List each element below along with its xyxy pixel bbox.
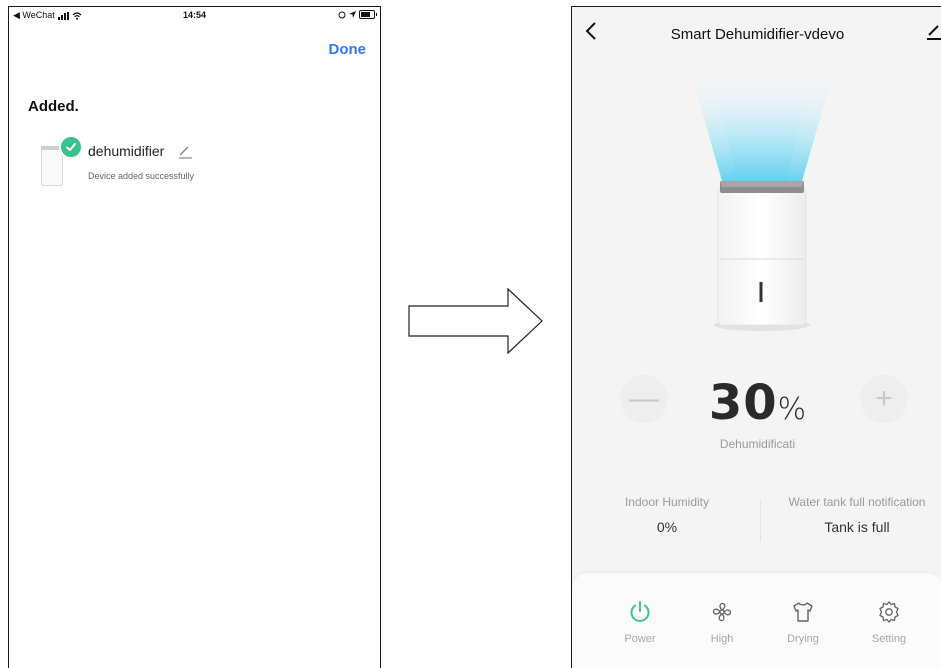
tab-high[interactable]: High [687,599,757,645]
device-status-text: Device added successfully [88,171,195,181]
tab-setting-label: Setting [871,633,907,645]
location-icon [349,11,356,18]
increase-humidity-button[interactable]: + [860,375,908,423]
right-phone-screen: Smart Dehumidifier-vdevo — 30% + Dehumid… [571,6,941,668]
water-tank-value: Tank is full [824,519,890,535]
mode-label: Dehumidificati [719,437,796,451]
check-success-icon [59,135,83,159]
target-humidity-unit: % [777,392,807,427]
done-button[interactable]: Done [329,41,367,58]
device-name: dehumidifier [88,143,165,159]
left-phone-screen: ◀ WeChat 14:54 Done Added. dehumidifier … [8,6,381,668]
tab-power-label: Power [624,633,656,645]
power-icon [630,601,650,623]
shirt-icon [793,602,813,622]
indoor-humidity-stat: Indoor Humidity 0% [592,495,742,535]
indoor-humidity-label: Indoor Humidity [624,495,710,509]
target-humidity-value: 30 [708,375,778,431]
added-device-item[interactable]: dehumidifier Device added successfully [39,135,359,195]
added-heading: Added. [28,98,79,115]
stats-row: Indoor Humidity 0% Water tank full notif… [572,495,941,545]
status-bar: ◀ WeChat 14:54 [9,7,380,25]
water-tank-stat: Water tank full notification Tank is ful… [767,495,941,535]
status-right [338,10,377,19]
stats-divider [760,501,761,541]
flow-arrow-icon [408,288,543,354]
edit-name-pencil-icon[interactable] [177,143,193,159]
tab-drying[interactable]: Drying [768,599,838,645]
fan-icon [712,602,732,622]
tab-setting[interactable]: Setting [854,599,924,645]
indoor-humidity-value: 0% [656,519,678,535]
tab-power[interactable]: Power [605,599,675,645]
control-tab-bar: Power High Drying Setting [572,573,941,668]
edit-icon[interactable] [925,23,941,41]
lock-rotation-icon [338,11,346,18]
battery-icon [359,10,377,19]
status-time: 14:54 [182,10,207,20]
dehumidifier-illustration [692,77,832,331]
water-tank-label: Water tank full notification [788,495,926,509]
nav-bar: Smart Dehumidifier-vdevo [572,7,941,57]
tab-high-label: High [710,633,734,645]
gear-icon [879,601,899,623]
tab-drying-label: Drying [787,633,819,645]
device-title: Smart Dehumidifier-vdevo [670,26,845,43]
